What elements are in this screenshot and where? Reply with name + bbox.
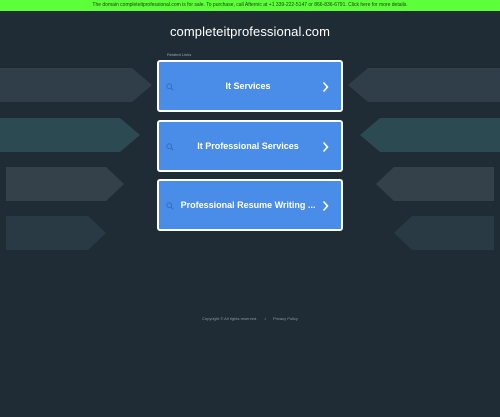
related-link-label: It Professional Services xyxy=(197,141,299,151)
footer-separator: • xyxy=(264,316,266,321)
related-link-label: It Services xyxy=(225,81,271,91)
privacy-policy-link[interactable]: Privacy Policy xyxy=(273,316,298,321)
banner-text[interactable]: The domain completeitprofessional.com is… xyxy=(92,2,407,8)
chevron-right-icon xyxy=(322,81,329,93)
related-link-it-professional-services[interactable]: It Professional Services xyxy=(157,120,343,172)
chevron-right-icon xyxy=(322,141,329,153)
decorative-left-shape xyxy=(6,167,124,201)
decorative-right-shape xyxy=(376,167,494,201)
related-link-it-services[interactable]: It Services xyxy=(157,60,343,112)
decorative-left-shape xyxy=(0,118,140,152)
related-link-professional-resume-writing[interactable]: Professional Resume Writing ... xyxy=(157,179,343,231)
copyright-text: Copyright © All rights reserved. xyxy=(202,316,258,321)
domain-title: completeitprofessional.com xyxy=(169,24,331,39)
decorative-right-shape xyxy=(348,68,500,102)
decorative-right-shape xyxy=(360,118,500,152)
page: The domain completeitprofessional.com is… xyxy=(0,0,500,417)
for-sale-banner[interactable]: The domain completeitprofessional.com is… xyxy=(0,0,500,11)
decorative-left-shape xyxy=(0,68,152,102)
decorative-right-shape xyxy=(394,216,494,250)
related-link-label: Professional Resume Writing ... xyxy=(180,200,316,210)
related-links-label: Related Links xyxy=(167,52,192,57)
chevron-right-icon xyxy=(322,200,329,212)
decorative-left-shape xyxy=(6,216,106,250)
footer: Copyright © All rights reserved. • Priva… xyxy=(0,316,500,321)
